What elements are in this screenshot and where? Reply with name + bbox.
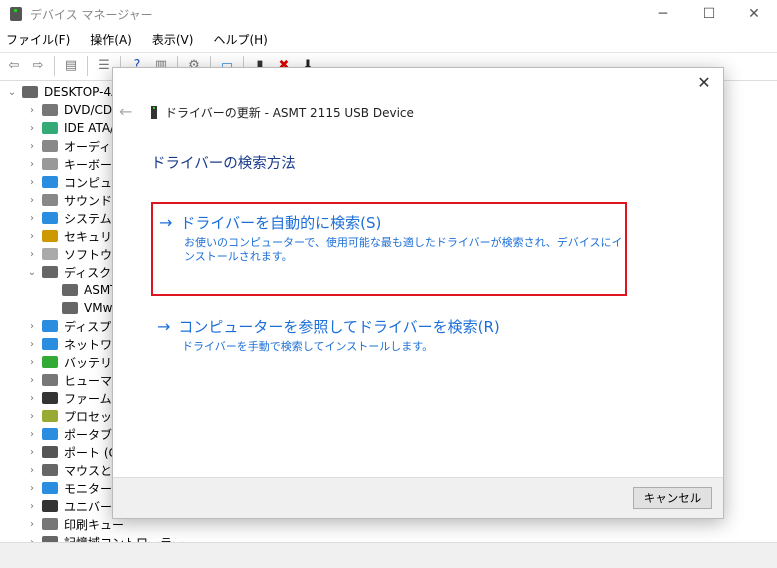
device-category-icon — [42, 500, 58, 512]
chevron-right-icon[interactable]: › — [26, 105, 38, 116]
device-category-icon — [42, 518, 58, 530]
chevron-right-icon[interactable]: › — [26, 177, 38, 188]
chevron-right-icon[interactable]: › — [26, 447, 38, 458]
list-icon[interactable]: ☰ — [94, 57, 114, 75]
chevron-right-icon[interactable]: › — [26, 195, 38, 206]
tree-item[interactable]: › バッテリ — [26, 353, 112, 371]
tree-item[interactable]: › キーボード — [26, 155, 124, 173]
device-category-icon — [42, 266, 58, 278]
tree-item[interactable]: › DVD/CD- — [26, 101, 116, 119]
auto-search-label[interactable]: ドライバーを自動的に検索(S) — [180, 212, 381, 233]
device-category-icon — [42, 428, 58, 440]
device-category-icon — [42, 464, 58, 476]
back-arrow-icon[interactable]: ← — [119, 102, 132, 121]
browse-search-description: ドライバーを手動で検索してインストールします。 — [182, 340, 434, 353]
device-category-icon — [62, 284, 78, 296]
device-category-icon — [42, 320, 58, 332]
tree-item[interactable]: › 印刷キュー — [26, 515, 124, 533]
status-bar — [0, 542, 777, 568]
update-driver-dialog: ✕ ← ドライバーの更新 - ASMT 2115 USB Device ドライバ… — [112, 67, 724, 519]
device-category-icon — [42, 356, 58, 368]
chevron-down-icon[interactable]: ⌄ — [6, 87, 18, 98]
dialog-footer: キャンセル — [113, 477, 723, 518]
dialog-title: ドライバーの検索方法 — [151, 156, 296, 172]
arrow-right-icon: → — [159, 213, 173, 232]
menu-bar: ファイル(F) 操作(A) 表示(V) ヘルプ(H) — [0, 28, 288, 50]
forward-icon[interactable]: ⇨ — [28, 57, 48, 75]
device-manager-icon — [10, 7, 22, 21]
tree-item-label: バッテリ — [64, 355, 113, 370]
dialog-close-icon[interactable]: ✕ — [693, 72, 715, 94]
chevron-right-icon[interactable]: › — [26, 501, 38, 512]
device-category-icon — [42, 338, 58, 350]
tree-item[interactable]: › IDE ATA/ — [26, 119, 114, 137]
chevron-right-icon[interactable]: › — [26, 375, 38, 386]
tree-item[interactable]: ⌄ DESKTOP-4A — [6, 83, 120, 101]
device-category-icon — [42, 392, 58, 404]
auto-search-description: お使いのコンピューターで、使用可能な最も適したドライバーが検索され、デバイスにイ… — [184, 236, 623, 263]
tree-item[interactable]: VMwa — [46, 299, 120, 317]
device-category-icon — [42, 140, 58, 152]
window-title: デバイス マネージャー — [30, 7, 153, 22]
device-category-icon — [42, 374, 58, 386]
minimize-button[interactable]: ─ — [640, 0, 686, 28]
usb-device-icon — [151, 106, 157, 119]
cancel-button[interactable]: キャンセル — [633, 487, 712, 509]
device-category-icon — [42, 446, 58, 458]
device-category-icon — [42, 212, 58, 224]
chevron-right-icon[interactable]: › — [26, 249, 38, 260]
device-category-icon — [42, 230, 58, 242]
chevron-right-icon[interactable]: › — [26, 141, 38, 152]
chevron-down-icon[interactable]: ⌄ — [26, 267, 38, 278]
device-category-icon — [42, 194, 58, 206]
tree-item-label: IDE ATA/ — [64, 121, 115, 135]
tree-item[interactable]: › プロセッサ — [26, 407, 124, 425]
chevron-right-icon[interactable]: › — [26, 393, 38, 404]
chevron-right-icon[interactable]: › — [26, 339, 38, 350]
chevron-right-icon[interactable]: › — [26, 159, 38, 170]
device-category-icon — [42, 104, 58, 116]
arrow-right-icon: → — [157, 317, 171, 336]
tree-item[interactable]: › ポータブル — [26, 425, 124, 443]
tree-item[interactable]: › ユニバーサ — [26, 497, 124, 515]
device-category-icon — [62, 302, 78, 314]
chevron-right-icon[interactable]: › — [26, 483, 38, 494]
chevron-right-icon[interactable]: › — [26, 357, 38, 368]
tree-item-label: DESKTOP-4A — [44, 85, 120, 99]
device-category-icon — [42, 482, 58, 494]
tree-item-label: 記憶域コントローラー — [64, 534, 184, 543]
auto-search-option[interactable]: → ドライバーを自動的に検索(S) お使いのコンピューターで、使用可能な最も適した… — [151, 202, 627, 296]
dialog-header: ドライバーの更新 - ASMT 2115 USB Device — [151, 104, 414, 121]
menu-file[interactable]: ファイル(F) — [6, 31, 70, 48]
device-category-icon — [42, 410, 58, 422]
device-category-icon — [42, 158, 58, 170]
tree-item-label: DVD/CD- — [64, 103, 117, 117]
menu-help[interactable]: ヘルプ(H) — [213, 31, 267, 48]
chevron-right-icon[interactable]: › — [26, 231, 38, 242]
dialog-header-text: ドライバーの更新 - ASMT 2115 USB Device — [165, 106, 414, 120]
chevron-right-icon[interactable]: › — [26, 465, 38, 476]
maximize-button[interactable]: ☐ — [686, 0, 732, 28]
browse-search-label[interactable]: コンピューターを参照してドライバーを検索(R) — [178, 316, 499, 337]
tree-item[interactable]: ›記憶域コントローラー — [26, 533, 184, 542]
close-button[interactable]: ✕ — [731, 0, 777, 28]
chevron-right-icon[interactable]: › — [26, 123, 38, 134]
chevron-right-icon[interactable]: › — [26, 213, 38, 224]
properties-icon[interactable]: ▤ — [61, 57, 81, 75]
device-category-icon — [42, 248, 58, 260]
chevron-right-icon[interactable]: › — [26, 411, 38, 422]
browse-search-option[interactable]: → コンピューターを参照してドライバーを検索(R) ドライバーを手動で検索してイン… — [151, 316, 625, 354]
tree-item[interactable]: ASMT — [46, 281, 118, 299]
menu-action[interactable]: 操作(A) — [90, 31, 132, 48]
device-category-icon — [22, 86, 38, 98]
tree-item-label: モニター — [64, 481, 113, 496]
tree-item[interactable]: › モニター — [26, 479, 112, 497]
device-category-icon — [42, 176, 58, 188]
device-category-icon — [42, 122, 58, 134]
chevron-right-icon[interactable]: › — [26, 519, 38, 530]
chevron-right-icon[interactable]: › — [26, 429, 38, 440]
menu-view[interactable]: 表示(V) — [152, 31, 194, 48]
chevron-right-icon[interactable]: › — [26, 321, 38, 332]
back-icon[interactable]: ⇦ — [4, 57, 24, 75]
